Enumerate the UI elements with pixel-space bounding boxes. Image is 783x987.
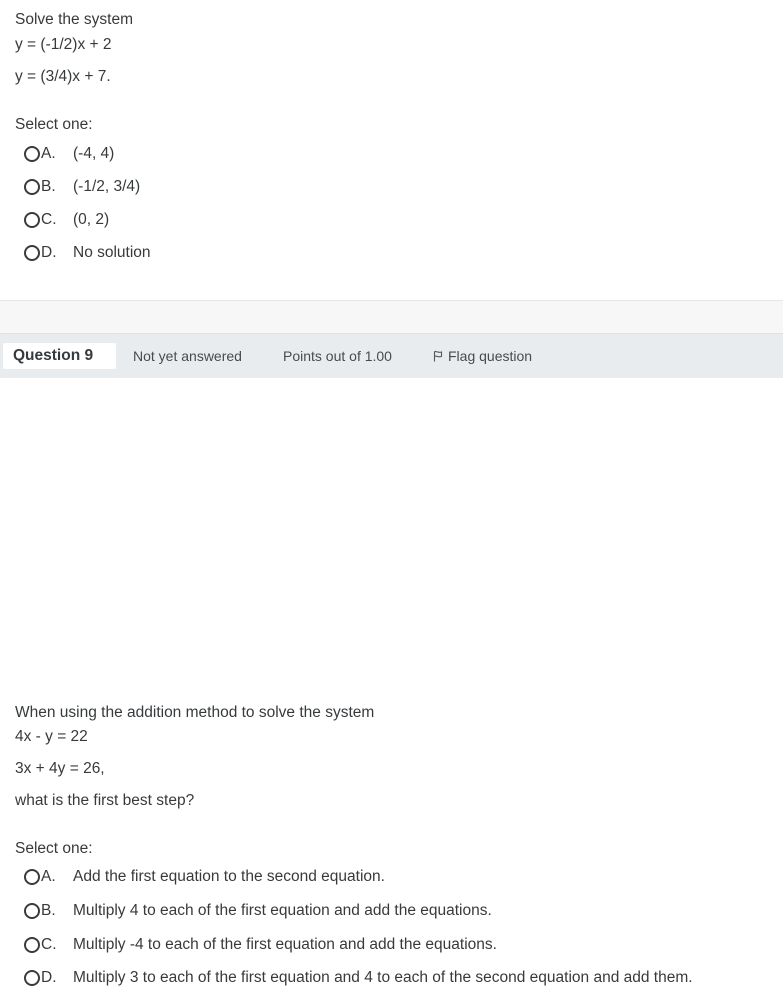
option-text: Multiply -4 to each of the first equatio… <box>73 936 497 953</box>
radio-unchecked-icon[interactable] <box>24 212 40 228</box>
answer-option-b[interactable]: B. Multiply 4 to each of the first equat… <box>24 902 492 920</box>
answer-option-d[interactable]: D. No solution <box>24 244 151 262</box>
option-letter: C. <box>41 211 57 228</box>
option-text: No solution <box>73 244 151 261</box>
radio-unchecked-icon[interactable] <box>24 970 40 986</box>
radio-unchecked-icon[interactable] <box>24 179 40 195</box>
option-letter: B. <box>41 902 56 919</box>
option-letter: B. <box>41 178 56 195</box>
flag-question-label: Flag question <box>448 348 533 364</box>
answer-option-d[interactable]: D. Multiply 3 to each of the first equat… <box>24 969 693 987</box>
question-number: Question 9 <box>3 343 116 369</box>
equation-1: y = (-1/2)x + 2 <box>15 36 112 53</box>
question-prompt: Solve the system <box>15 11 134 28</box>
answer-option-a[interactable]: A. Add the first equation to the second … <box>24 868 385 886</box>
equation-2: 3x + 4y = 26, <box>15 760 105 777</box>
option-text: (-4, 4) <box>73 145 115 162</box>
question-separator <box>0 300 783 334</box>
option-text: Multiply 4 to each of the first equation… <box>73 902 492 919</box>
question-text: what is the first best step? <box>15 792 195 809</box>
radio-unchecked-icon[interactable] <box>24 146 40 162</box>
question-prompt: When using the addition method to solve … <box>15 704 375 721</box>
option-text: Multiply 3 to each of the first equation… <box>73 969 693 986</box>
answer-option-c[interactable]: C. (0, 2) <box>24 211 109 229</box>
option-letter: A. <box>41 145 56 162</box>
option-letter: C. <box>41 936 57 953</box>
radio-unchecked-icon[interactable] <box>24 903 40 919</box>
flag-question-link[interactable]: Flag question <box>433 348 532 364</box>
option-text: Add the first equation to the second equ… <box>73 868 385 885</box>
select-one-label: Select one: <box>15 840 93 857</box>
question-info-bar: Question 9 Not yet answered Points out o… <box>0 333 783 378</box>
equation-1: 4x - y = 22 <box>15 728 88 745</box>
select-one-label: Select one: <box>15 116 93 133</box>
question-8-content: Solve the system y = (-1/2)x + 2 y = (3/… <box>0 0 783 300</box>
equation-2: y = (3/4)x + 7. <box>15 68 111 85</box>
option-text: (0, 2) <box>73 211 110 228</box>
option-text: (-1/2, 3/4) <box>73 178 141 195</box>
option-letter: D. <box>41 969 57 986</box>
option-letter: D. <box>41 244 57 261</box>
radio-unchecked-icon[interactable] <box>24 245 40 261</box>
radio-unchecked-icon[interactable] <box>24 869 40 885</box>
answer-option-b[interactable]: B. (-1/2, 3/4) <box>24 178 140 196</box>
option-letter: A. <box>41 868 56 885</box>
radio-unchecked-icon[interactable] <box>24 937 40 953</box>
answer-option-c[interactable]: C. Multiply -4 to each of the first equa… <box>24 936 497 954</box>
flag-icon <box>433 351 443 362</box>
question-points: Points out of 1.00 <box>283 348 392 364</box>
answer-option-a[interactable]: A. (-4, 4) <box>24 145 114 163</box>
question-status: Not yet answered <box>133 348 242 364</box>
